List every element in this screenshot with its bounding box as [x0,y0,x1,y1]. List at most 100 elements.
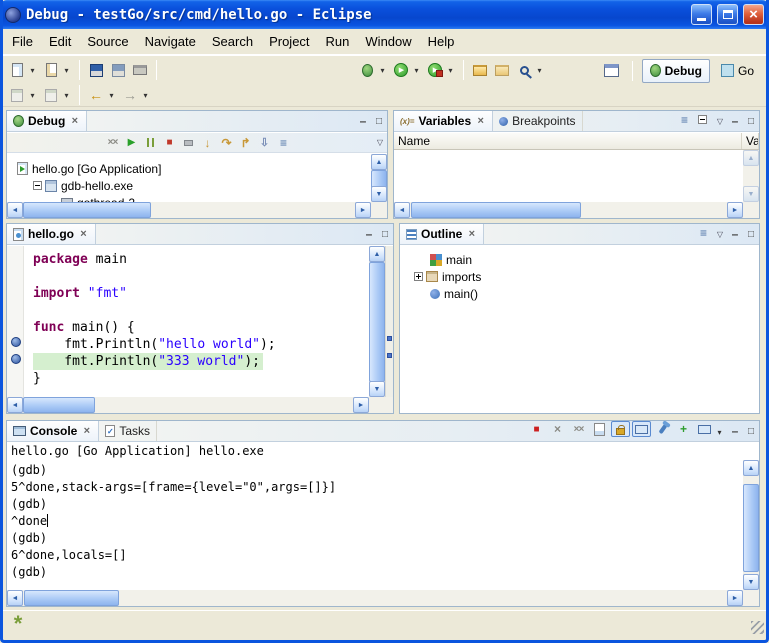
scroll-right-icon[interactable] [355,202,371,218]
scrollbar-thumb[interactable] [369,262,385,382]
scrollbar-thumb[interactable] [24,590,119,606]
scroll-down-icon[interactable] [371,186,387,202]
forward-dropdown-icon[interactable] [141,84,150,106]
vertical-scrollbar[interactable] [369,246,385,397]
open-console-icon[interactable] [695,421,714,437]
scroll-left-icon[interactable] [394,202,410,218]
step-return-icon[interactable] [236,134,255,151]
outline-tree[interactable]: main imports main() [400,246,759,413]
close-tab-icon[interactable] [81,425,92,437]
previous-annotation-button[interactable] [42,84,60,106]
forward-button[interactable] [121,84,139,106]
step-over-icon[interactable] [217,134,236,151]
maximize-view-icon[interactable] [743,111,759,131]
back-dropdown-icon[interactable] [107,84,116,106]
overview-ruler[interactable] [385,246,393,397]
maximize-view-icon[interactable] [743,421,759,441]
show-stdout-icon[interactable] [632,421,651,437]
scroll-right-icon[interactable] [727,590,743,606]
menu-item-project[interactable]: Project [261,31,317,52]
sort-icon[interactable] [694,224,713,241]
new-wizard-dropdown-icon[interactable] [28,59,37,81]
scroll-right-icon[interactable] [353,397,369,413]
new-project-button[interactable] [42,59,60,81]
external-tools-dropdown-icon[interactable] [446,59,455,81]
run-dropdown-icon[interactable] [412,59,421,81]
vertical-scrollbar[interactable] [371,154,387,202]
menu-item-run[interactable]: Run [318,31,358,52]
outline-item-imports[interactable]: imports [414,268,759,285]
horizontal-scrollbar[interactable] [7,202,371,218]
view-menu-icon[interactable] [713,111,727,131]
scroll-down-icon[interactable] [369,381,385,397]
tab-hello-go[interactable]: hello.go [7,224,96,244]
open-folder-button[interactable] [493,59,511,81]
breakpoint-marker-icon[interactable] [387,336,392,341]
horizontal-scrollbar[interactable] [7,590,743,606]
display-selected-console-icon[interactable] [674,421,693,437]
minimize-view-icon[interactable] [727,421,743,441]
close-tab-icon[interactable] [466,228,477,240]
terminate-icon[interactable] [527,421,546,437]
fast-view-bar-icon[interactable] [8,614,28,634]
debug-button[interactable] [358,59,376,81]
collapse-all-icon[interactable] [694,111,713,128]
tab-variables[interactable]: Variables [394,111,493,131]
scrollbar-thumb[interactable] [23,202,151,218]
menu-item-navigate[interactable]: Navigate [137,31,204,52]
maximize-view-icon[interactable] [377,224,393,244]
new-wizard-button[interactable] [8,59,26,81]
search-dropdown-icon[interactable] [535,59,544,81]
scroll-up-icon[interactable] [743,460,759,476]
variables-table[interactable]: Name Value [394,133,759,218]
console-output[interactable]: (gdb) 5^done,stack-args=[frame={level="0… [7,460,743,590]
breakpoint-icon[interactable] [11,354,21,364]
scroll-left-icon[interactable] [7,397,23,413]
minimize-window-button[interactable] [691,4,712,25]
view-menu-icon[interactable] [373,138,387,147]
collapse-expander-icon[interactable] [33,181,42,190]
next-annotation-button[interactable] [8,84,26,106]
menu-item-edit[interactable]: Edit [41,31,79,52]
view-menu-icon[interactable] [713,224,727,244]
debug-tree[interactable]: hello.go [Go Application] gdb-hello.exe … [7,154,387,218]
pin-console-icon[interactable] [653,421,672,437]
minimize-view-icon[interactable] [727,111,743,131]
scrollbar-thumb[interactable] [743,484,759,572]
outline-item-main-func[interactable]: main() [414,285,759,302]
debug-tree-item-launch[interactable]: hello.go [Go Application] [17,160,387,177]
external-tools-button[interactable] [426,59,444,81]
save-all-button[interactable] [109,59,127,81]
scrollbar-thumb[interactable] [23,397,95,413]
previous-annotation-dropdown-icon[interactable] [62,84,71,106]
back-button[interactable] [87,84,105,106]
minimize-view-icon[interactable] [355,111,371,131]
menu-item-search[interactable]: Search [204,31,261,52]
drop-to-frame-icon[interactable] [255,134,274,151]
scroll-lock-icon[interactable] [611,421,630,437]
perspective-go-button[interactable]: Go [714,59,761,83]
close-window-button[interactable] [743,4,764,25]
resume-icon[interactable] [122,134,141,151]
menu-item-file[interactable]: File [4,31,41,52]
terminate-icon[interactable] [160,134,179,151]
open-console-dropdown-icon[interactable] [715,421,724,443]
close-tab-icon[interactable] [69,115,80,127]
column-name[interactable]: Name [394,133,742,149]
tab-debug[interactable]: Debug [7,111,87,131]
minimize-view-icon[interactable] [361,224,377,244]
show-type-names-icon[interactable] [675,111,694,128]
maximize-view-icon[interactable] [371,111,387,131]
save-button[interactable] [87,59,105,81]
remove-all-terminated-icon[interactable] [103,134,122,151]
scroll-up-icon[interactable] [743,150,759,166]
close-tab-icon[interactable] [475,115,486,127]
run-button[interactable] [392,59,410,81]
step-filters-icon[interactable] [274,134,293,151]
horizontal-scrollbar[interactable] [7,397,369,413]
scroll-right-icon[interactable] [727,202,743,218]
remove-all-launches-icon[interactable] [569,421,588,437]
tab-tasks[interactable]: Tasks [99,421,157,441]
menu-item-window[interactable]: Window [357,31,419,52]
disconnect-icon[interactable] [179,134,198,151]
